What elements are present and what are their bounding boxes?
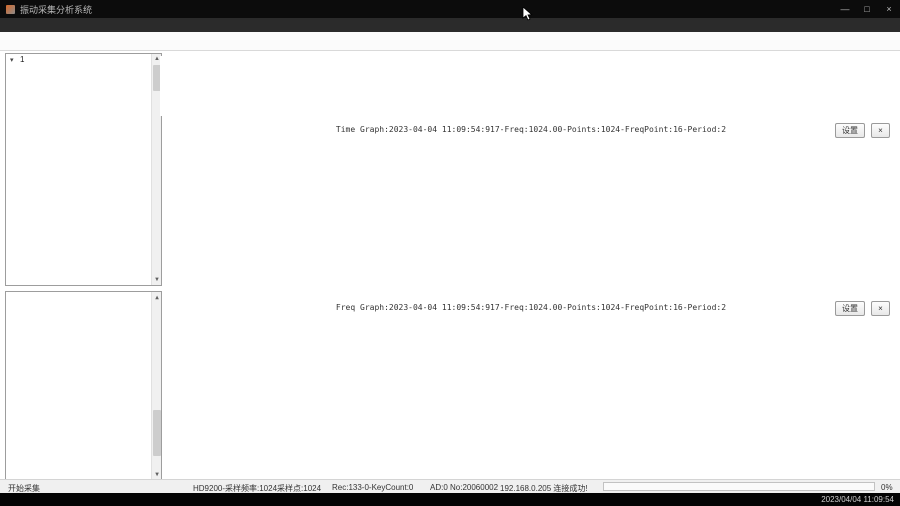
scroll-down-icon[interactable]: ▼ bbox=[152, 469, 161, 479]
app-icon bbox=[6, 4, 15, 14]
freq-graph-close-button[interactable]: × bbox=[871, 301, 890, 316]
recording-tree-panel: ▾ 1 ▲ ▼ bbox=[5, 53, 162, 286]
time-graph-header: Time Graph:2023-04-04 11:09:54:917-Freq:… bbox=[164, 122, 898, 138]
freq-graph-panel: Freq Graph:2023-04-04 11:09:54:917-Freq:… bbox=[164, 300, 898, 470]
statusbar: 开始采集 HD9200-采样频率:1024采样点:1024 Rec:133-0-… bbox=[0, 479, 900, 494]
freq-graph-settings-button[interactable]: 设置 bbox=[835, 301, 865, 316]
log-scrollbar[interactable]: ▲ ▼ bbox=[151, 292, 161, 479]
measurement-table-wrap bbox=[160, 56, 898, 116]
tree-root-node[interactable]: ▾ 1 bbox=[6, 54, 161, 65]
time-graph-title: Time Graph:2023-04-04 11:09:54:917-Freq:… bbox=[335, 125, 727, 134]
taskbar: 2023/04/04 11:09:54 bbox=[0, 493, 900, 506]
toolbar bbox=[0, 32, 900, 51]
time-graph-panel: Time Graph:2023-04-04 11:09:54:917-Freq:… bbox=[164, 122, 898, 290]
progress-percent: 0% bbox=[881, 483, 893, 492]
status-rec-info: Rec:133-0-KeyCount:0 bbox=[332, 483, 414, 492]
minimize-button[interactable]: — bbox=[834, 0, 856, 18]
progress-bar bbox=[603, 482, 875, 491]
close-button[interactable]: × bbox=[878, 0, 900, 18]
tree-root-label: 1 bbox=[20, 55, 25, 64]
titlebar: 振动采集分析系统 — □ × bbox=[0, 0, 900, 18]
freq-graph-header: Freq Graph:2023-04-04 11:09:54:917-Freq:… bbox=[164, 300, 898, 316]
app-window: 振动采集分析系统 — □ × ▾ 1 ▲ ▼ ▲ ▼ Time Graph:20… bbox=[0, 0, 900, 506]
mouse-cursor-icon bbox=[522, 7, 533, 21]
window-controls: — □ × bbox=[834, 0, 900, 18]
maximize-button[interactable]: □ bbox=[856, 0, 878, 18]
menubar bbox=[0, 18, 900, 32]
tree-collapse-icon[interactable]: ▾ bbox=[10, 55, 20, 66]
time-graph-close-button[interactable]: × bbox=[871, 123, 890, 138]
freq-graph-plot[interactable] bbox=[164, 316, 896, 468]
taskbar-clock[interactable]: 2023/04/04 11:09:54 bbox=[821, 495, 894, 504]
scroll-up-icon[interactable]: ▲ bbox=[152, 292, 161, 302]
time-graph-plot[interactable] bbox=[164, 138, 896, 288]
freq-graph-title: Freq Graph:2023-04-04 11:09:54:917-Freq:… bbox=[335, 303, 727, 312]
log-panel: ▲ ▼ bbox=[5, 291, 162, 480]
time-graph-settings-button[interactable]: 设置 bbox=[835, 123, 865, 138]
scroll-down-icon[interactable]: ▼ bbox=[152, 275, 161, 285]
log-scroll-thumb[interactable] bbox=[153, 410, 161, 456]
status-ad-info: AD:0 No:20060002 bbox=[430, 483, 499, 492]
window-title: 振动采集分析系统 bbox=[20, 4, 93, 15]
